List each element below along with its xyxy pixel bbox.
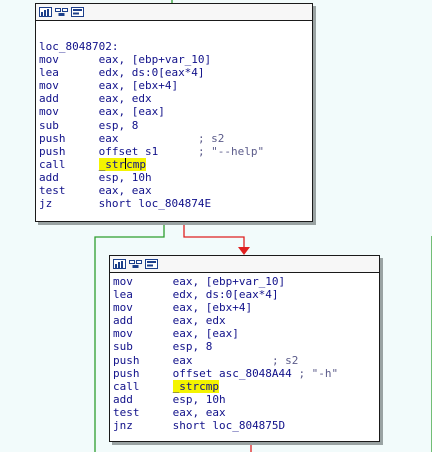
- operands[interactable]: eax, eax: [173, 406, 226, 419]
- asm-line[interactable]: jz short loc_804874E: [39, 197, 309, 210]
- mnemonic[interactable]: push: [39, 132, 99, 145]
- operands[interactable]: eax, [ebx+4]: [99, 79, 178, 92]
- operands[interactable]: edx, ds:0[eax*4]: [173, 288, 279, 301]
- comment: ; s2: [271, 353, 299, 367]
- mnemonic[interactable]: push: [39, 145, 99, 158]
- operands[interactable]: eax, [eax]: [99, 105, 165, 118]
- asm-line[interactable]: call _strcmp: [39, 157, 309, 171]
- asm-line[interactable]: sub esp, 8: [39, 119, 309, 132]
- mnemonic[interactable]: mov: [113, 327, 173, 340]
- asm-line[interactable]: jnz short loc_804875D: [113, 419, 376, 432]
- mnemonic[interactable]: jnz: [113, 419, 173, 432]
- code-block-loc-8048702[interactable]: loc_8048702: mov eax, [ebp+var_10] lea edx,…: [35, 3, 313, 222]
- highlighted-function-name[interactable]: _strcmp: [172, 379, 219, 393]
- edge-false-branch[interactable]: [183, 222, 245, 248]
- asm-line[interactable]: push offset asc_8048A44 ; "-h": [113, 367, 376, 380]
- mnemonic[interactable]: lea: [39, 66, 99, 79]
- mnemonic[interactable]: add: [113, 314, 173, 327]
- operands[interactable]: edx, ds:0[eax*4]: [99, 66, 205, 79]
- asm-line[interactable]: mov eax, [ebp+var_10]: [39, 53, 309, 66]
- operands[interactable]: eax, [ebp+var_10]: [99, 53, 212, 66]
- mnemonic[interactable]: sub: [39, 119, 99, 132]
- node-header[interactable]: [36, 4, 312, 21]
- asm-line[interactable]: add esp, 10h: [39, 171, 309, 184]
- node-group-icon[interactable]: [129, 259, 142, 269]
- mnemonic[interactable]: jz: [39, 197, 99, 210]
- mnemonic[interactable]: mov: [113, 301, 173, 314]
- operands[interactable]: eax, edx: [99, 92, 152, 105]
- edge-arrowhead: [238, 247, 250, 255]
- asm-line[interactable]: add esp, 10h: [113, 393, 376, 406]
- mnemonic[interactable]: test: [39, 184, 99, 197]
- mnemonic[interactable]: lea: [113, 288, 173, 301]
- asm-line[interactable]: add eax, edx: [113, 314, 376, 327]
- asm-line[interactable]: mov eax, [eax]: [113, 327, 376, 340]
- asm-line[interactable]: mov eax, [eax]: [39, 105, 309, 118]
- operands[interactable]: short loc_804875D: [173, 419, 286, 432]
- node-header[interactable]: [110, 256, 379, 273]
- mnemonic[interactable]: mov: [39, 105, 99, 118]
- asm-line[interactable]: push eax ; s2: [39, 132, 309, 145]
- operands[interactable]: offset asc_8048A44: [173, 367, 299, 380]
- mnemonic[interactable]: call: [39, 158, 99, 171]
- operands[interactable]: eax, [eax]: [173, 327, 239, 340]
- operands[interactable]: eax: [99, 132, 198, 145]
- mnemonic[interactable]: call: [113, 380, 173, 393]
- node-group-icon[interactable]: [55, 7, 68, 17]
- asm-line[interactable]: lea edx, ds:0[eax*4]: [39, 66, 309, 79]
- node-view-icon[interactable]: [71, 7, 84, 17]
- node-body: mov eax, [ebp+var_10] lea edx, ds:0[eax*4] m…: [110, 273, 379, 432]
- operands[interactable]: eax, [ebp+var_10]: [173, 275, 286, 288]
- graph-color-icon[interactable]: [39, 7, 52, 17]
- asm-line[interactable]: mov eax, [ebp+var_10]: [113, 275, 376, 288]
- operands[interactable]: eax, eax: [99, 184, 152, 197]
- operands[interactable]: esp, 8: [99, 119, 139, 132]
- mnemonic[interactable]: add: [39, 92, 99, 105]
- asm-line[interactable]: add eax, edx: [39, 92, 309, 105]
- operands[interactable]: esp, 8: [173, 340, 213, 353]
- highlighted-function-name[interactable]: _strcmp: [98, 157, 146, 171]
- operands[interactable]: esp, 10h: [173, 393, 226, 406]
- comment: ; "--help": [197, 144, 265, 158]
- operands[interactable]: eax: [173, 354, 272, 367]
- operands[interactable]: eax, [ebx+4]: [173, 301, 252, 314]
- asm-line[interactable]: test eax, eax: [113, 406, 376, 419]
- asm-line[interactable]: mov eax, [ebx+4]: [113, 301, 376, 314]
- location-label[interactable]: loc_8048702:: [39, 40, 309, 53]
- mnemonic[interactable]: add: [113, 393, 173, 406]
- asm-line[interactable]: lea edx, ds:0[eax*4]: [113, 288, 376, 301]
- mnemonic[interactable]: add: [39, 171, 99, 184]
- asm-line[interactable]: sub esp, 8: [113, 340, 376, 353]
- function-name-part: cmp: [126, 157, 146, 171]
- mnemonic[interactable]: mov: [39, 79, 99, 92]
- mnemonic[interactable]: mov: [39, 53, 99, 66]
- mnemonic[interactable]: sub: [113, 340, 173, 353]
- mnemonic[interactable]: push: [113, 354, 173, 367]
- mnemonic[interactable]: push: [113, 367, 173, 380]
- node-body: loc_8048702: mov eax, [ebp+var_10] lea edx,…: [36, 21, 312, 210]
- operands[interactable]: eax, edx: [173, 314, 226, 327]
- asm-line[interactable]: call _strcmp: [113, 379, 376, 393]
- asm-line[interactable]: mov eax, [ebx+4]: [39, 79, 309, 92]
- mnemonic[interactable]: test: [113, 406, 173, 419]
- operands[interactable]: offset s1: [99, 145, 198, 158]
- asm-line[interactable]: test eax, eax: [39, 184, 309, 197]
- mnemonic[interactable]: mov: [113, 275, 173, 288]
- asm-line[interactable]: push eax ; s2: [113, 354, 376, 367]
- node-view-icon[interactable]: [145, 259, 158, 269]
- function-name-part: _str: [98, 157, 126, 171]
- graph-color-icon[interactable]: [113, 259, 126, 269]
- operands[interactable]: short loc_804874E: [99, 197, 212, 210]
- code-block-2[interactable]: mov eax, [ebp+var_10] lea edx, ds:0[eax*4] m…: [109, 255, 380, 442]
- operands[interactable]: esp, 10h: [99, 171, 152, 184]
- comment: ; s2: [197, 131, 225, 145]
- comment: ; "-h": [298, 366, 339, 380]
- asm-line[interactable]: push offset s1 ; "--help": [39, 145, 309, 158]
